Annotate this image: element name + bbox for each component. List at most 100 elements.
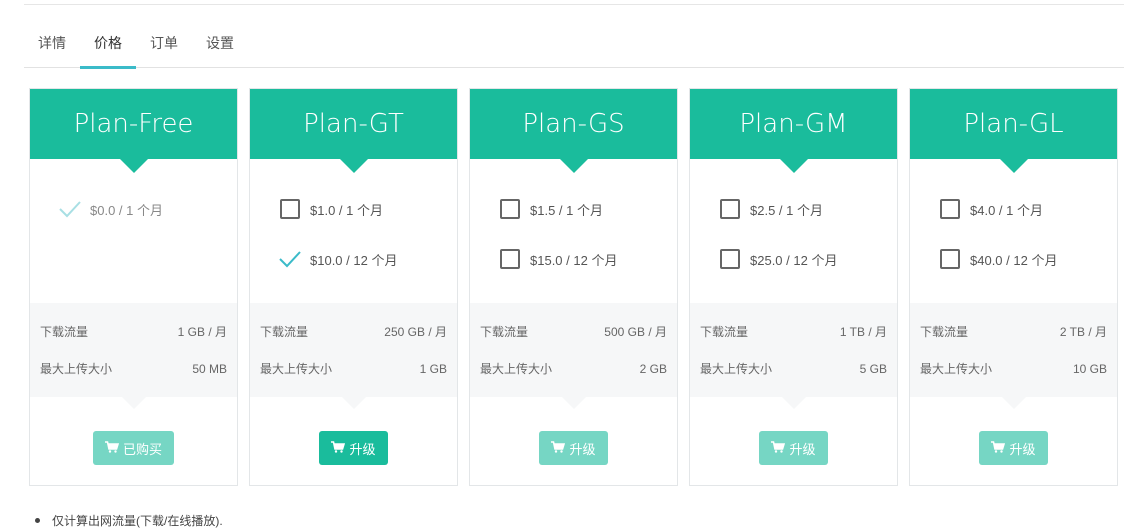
plan-option[interactable]: $15.0 / 12 个月: [470, 234, 677, 284]
option-price: $2.5 / 1 个月: [750, 202, 823, 218]
checkbox-icon[interactable]: [500, 249, 520, 269]
note-text: 仅计算出网流量(下载/在线播放).: [52, 514, 223, 528]
shopping-cart-icon: [771, 440, 786, 456]
button-label: 已购买: [122, 441, 162, 457]
checkbox-icon[interactable]: [940, 249, 960, 269]
checkbox-icon[interactable]: [720, 249, 740, 269]
upgrade-button[interactable]: 升级: [319, 431, 388, 465]
spec-upload: 最大上传大小 50 MB: [40, 350, 227, 387]
spec-upload: 最大上传大小 2 GB: [480, 350, 667, 387]
checkbox-icon[interactable]: [500, 199, 520, 219]
spec-value: 1 GB / 月: [177, 325, 227, 339]
plan-options: $4.0 / 1 个月 $40.0 / 12 个月: [910, 159, 1117, 303]
plan-specs: 下载流量 250 GB / 月 最大上传大小 1 GB: [250, 303, 457, 409]
spec-value: 10 GB: [1072, 361, 1107, 376]
shopping-cart-icon: [551, 440, 566, 456]
spec-value: 250 GB / 月: [384, 325, 447, 339]
spec-label: 下载流量: [260, 325, 309, 339]
plan-option[interactable]: $25.0 / 12 个月: [690, 234, 897, 284]
option-price: $1.5 / 1 个月: [530, 202, 603, 218]
option-price: $40.0 / 12 个月: [970, 252, 1058, 268]
plan-cards: Plan-Free $0.0 / 1 个月 下载流量 1 GB / 月 最大上传…: [29, 88, 1118, 486]
purchased-button[interactable]: 已购买: [92, 431, 174, 465]
plan-specs: 下载流量 500 GB / 月 最大上传大小 2 GB: [470, 303, 677, 409]
button-label: 升级: [349, 441, 376, 457]
spec-value: 2 GB: [639, 361, 667, 376]
button-label: 升级: [1009, 441, 1036, 457]
spec-download: 下载流量 2 TB / 月: [920, 313, 1107, 350]
shopping-cart-icon: [104, 440, 120, 456]
option-price: $25.0 / 12 个月: [750, 252, 838, 268]
spec-download: 下载流量 1 GB / 月: [40, 313, 227, 350]
spec-download: 下载流量 250 GB / 月: [260, 313, 447, 350]
shopping-cart-icon: [991, 440, 1006, 456]
spec-label: 最大上传大小: [700, 362, 773, 376]
spec-value: 500 GB / 月: [604, 325, 667, 339]
tab-bar: 详情 价格 订单 设置: [24, 24, 1124, 69]
plan-title: Plan-GS: [470, 89, 677, 173]
tab-settings[interactable]: 设置: [192, 24, 248, 68]
check-icon: [279, 249, 301, 269]
spec-label: 最大上传大小: [260, 362, 333, 376]
plan-options: $2.5 / 1 个月 $25.0 / 12 个月: [690, 159, 897, 303]
checkbox-icon[interactable]: [720, 199, 740, 219]
plan-specs: 下载流量 2 TB / 月 最大上传大小 10 GB: [910, 303, 1117, 409]
button-label: 升级: [789, 441, 816, 457]
plan-specs: 下载流量 1 TB / 月 最大上传大小 5 GB: [690, 303, 897, 409]
plan-card-gm: Plan-GM $2.5 / 1 个月 $25.0 / 12 个月 下载流量 1…: [689, 88, 898, 486]
spec-label: 最大上传大小: [40, 362, 113, 376]
plan-options: $1.5 / 1 个月 $15.0 / 12 个月: [470, 159, 677, 303]
plan-specs: 下载流量 1 GB / 月 最大上传大小 50 MB: [30, 303, 237, 409]
upgrade-button[interactable]: 升级: [539, 431, 608, 465]
spec-upload: 最大上传大小 10 GB: [920, 350, 1107, 387]
spec-value: 5 GB: [859, 361, 887, 376]
option-price: $1.0 / 1 个月: [310, 202, 383, 218]
tab-details[interactable]: 详情: [24, 24, 80, 68]
spec-label: 下载流量: [480, 325, 529, 339]
plan-title: Plan-GT: [250, 89, 457, 173]
top-divider: [24, 4, 1124, 5]
tab-pricing[interactable]: 价格: [80, 24, 136, 69]
plan-option[interactable]: $1.0 / 1 个月: [250, 184, 457, 234]
plan-options: $1.0 / 1 个月 $10.0 / 12 个月: [250, 159, 457, 303]
checkbox-icon[interactable]: [280, 199, 300, 219]
spec-upload: 最大上传大小 5 GB: [700, 350, 887, 387]
plan-option[interactable]: $0.0 / 1 个月: [30, 184, 237, 234]
spec-value: 50 MB: [192, 361, 227, 376]
plan-card-gs: Plan-GS $1.5 / 1 个月 $15.0 / 12 个月 下载流量 5…: [469, 88, 678, 486]
traffic-note: 仅计算出网流量(下载/在线播放).: [32, 512, 223, 529]
plan-title: Plan-Free: [30, 89, 237, 173]
plan-card-gt: Plan-GT $1.0 / 1 个月 $10.0 / 12 个月 下载流量 2…: [249, 88, 458, 486]
plan-option[interactable]: $40.0 / 12 个月: [910, 234, 1117, 284]
upgrade-button[interactable]: 升级: [759, 431, 828, 465]
plan-option[interactable]: $1.5 / 1 个月: [470, 184, 677, 234]
option-price: $10.0 / 12 个月: [310, 252, 398, 268]
option-price: $4.0 / 1 个月: [970, 202, 1043, 218]
check-icon: [59, 199, 81, 219]
plan-title: Plan-GM: [690, 89, 897, 173]
shopping-cart-icon: [331, 440, 346, 456]
spec-label: 最大上传大小: [480, 362, 553, 376]
spec-value: 1 TB / 月: [839, 325, 887, 339]
plan-option[interactable]: $4.0 / 1 个月: [910, 184, 1117, 234]
spec-download: 下载流量 500 GB / 月: [480, 313, 667, 350]
spec-value: 2 TB / 月: [1059, 325, 1107, 339]
plan-card-free: Plan-Free $0.0 / 1 个月 下载流量 1 GB / 月 最大上传…: [29, 88, 238, 486]
spec-label: 下载流量: [920, 325, 969, 339]
button-label: 升级: [569, 441, 596, 457]
option-price: $15.0 / 12 个月: [530, 252, 618, 268]
plan-option[interactable]: $10.0 / 12 个月: [250, 234, 457, 284]
spec-label: 最大上传大小: [920, 362, 993, 376]
plan-options: $0.0 / 1 个月: [30, 159, 237, 303]
spec-label: 下载流量: [40, 325, 89, 339]
spec-upload: 最大上传大小 1 GB: [260, 350, 447, 387]
checkbox-icon[interactable]: [940, 199, 960, 219]
tab-orders[interactable]: 订单: [136, 24, 192, 68]
bullet-icon: [35, 518, 40, 523]
plan-option[interactable]: $2.5 / 1 个月: [690, 184, 897, 234]
spec-download: 下载流量 1 TB / 月: [700, 313, 887, 350]
spec-label: 下载流量: [700, 325, 749, 339]
option-price: $0.0 / 1 个月: [90, 202, 163, 218]
upgrade-button[interactable]: 升级: [979, 431, 1048, 465]
plan-card-gl: Plan-GL $4.0 / 1 个月 $40.0 / 12 个月 下载流量 2…: [909, 88, 1118, 486]
